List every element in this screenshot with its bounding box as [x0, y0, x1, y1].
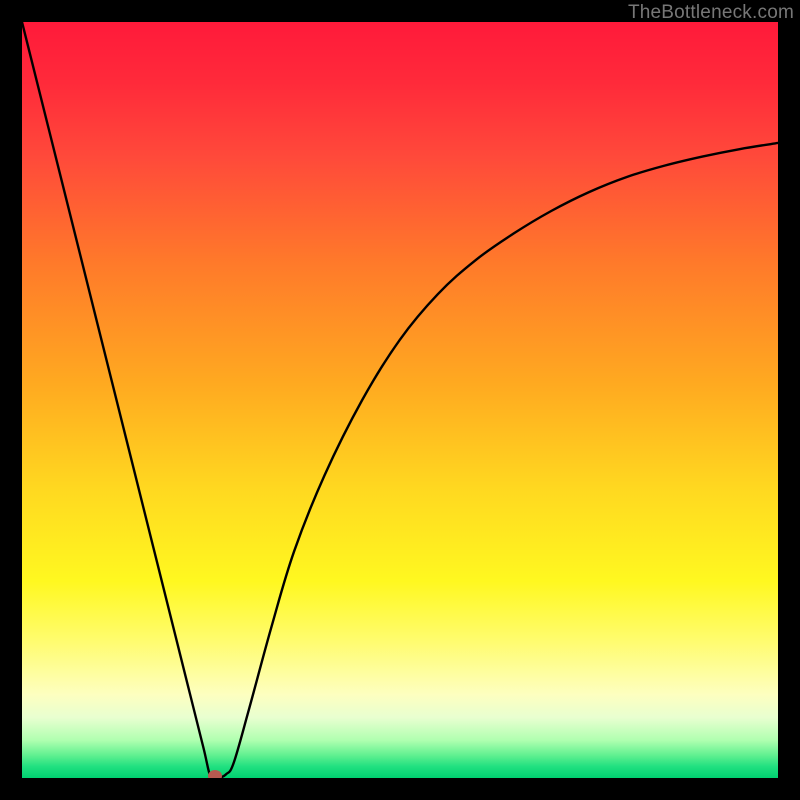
plot-area — [22, 22, 778, 778]
bottleneck-curve — [22, 22, 778, 778]
curve-svg — [22, 22, 778, 778]
attribution-label: TheBottleneck.com — [628, 2, 794, 24]
chart-frame: TheBottleneck.com — [0, 0, 800, 800]
optimum-marker — [208, 770, 222, 778]
